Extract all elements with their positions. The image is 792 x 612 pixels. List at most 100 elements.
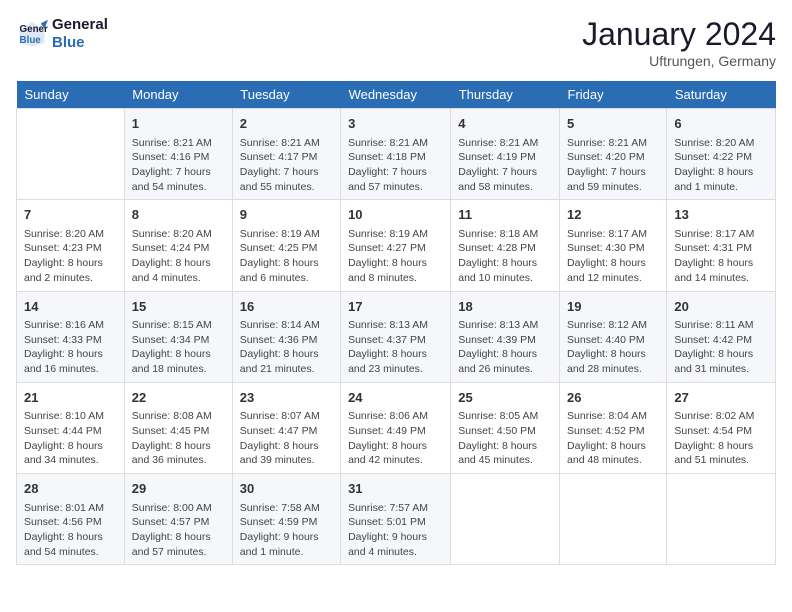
day-number: 13	[674, 205, 768, 225]
day-number: 6	[674, 114, 768, 134]
day-info: Sunrise: 8:21 AM Sunset: 4:20 PM Dayligh…	[567, 136, 659, 195]
svg-text:Blue: Blue	[20, 35, 42, 46]
day-number: 21	[24, 388, 117, 408]
day-cell: 15Sunrise: 8:15 AM Sunset: 4:34 PM Dayli…	[124, 291, 232, 382]
logo-icon: General Blue	[16, 18, 48, 50]
day-number: 22	[132, 388, 225, 408]
calendar-table: SundayMondayTuesdayWednesdayThursdayFrid…	[16, 81, 776, 565]
day-cell: 13Sunrise: 8:17 AM Sunset: 4:31 PM Dayli…	[667, 200, 776, 291]
day-number: 31	[348, 479, 443, 499]
day-cell: 1Sunrise: 8:21 AM Sunset: 4:16 PM Daylig…	[124, 109, 232, 200]
day-number: 14	[24, 297, 117, 317]
day-cell: 11Sunrise: 8:18 AM Sunset: 4:28 PM Dayli…	[451, 200, 560, 291]
week-row-1: 1Sunrise: 8:21 AM Sunset: 4:16 PM Daylig…	[17, 109, 776, 200]
day-info: Sunrise: 8:01 AM Sunset: 4:56 PM Dayligh…	[24, 501, 117, 560]
day-cell: 26Sunrise: 8:04 AM Sunset: 4:52 PM Dayli…	[560, 382, 667, 473]
title-block: January 2024 Uftrungen, Germany	[582, 16, 776, 69]
day-cell: 10Sunrise: 8:19 AM Sunset: 4:27 PM Dayli…	[341, 200, 451, 291]
col-header-saturday: Saturday	[667, 81, 776, 109]
day-cell: 7Sunrise: 8:20 AM Sunset: 4:23 PM Daylig…	[17, 200, 125, 291]
day-cell	[451, 474, 560, 565]
day-info: Sunrise: 8:21 AM Sunset: 4:16 PM Dayligh…	[132, 136, 225, 195]
day-info: Sunrise: 8:11 AM Sunset: 4:42 PM Dayligh…	[674, 318, 768, 377]
day-info: Sunrise: 8:13 AM Sunset: 4:39 PM Dayligh…	[458, 318, 552, 377]
day-info: Sunrise: 8:02 AM Sunset: 4:54 PM Dayligh…	[674, 409, 768, 468]
day-cell: 2Sunrise: 8:21 AM Sunset: 4:17 PM Daylig…	[232, 109, 340, 200]
day-info: Sunrise: 8:20 AM Sunset: 4:22 PM Dayligh…	[674, 136, 768, 195]
day-cell: 16Sunrise: 8:14 AM Sunset: 4:36 PM Dayli…	[232, 291, 340, 382]
location: Uftrungen, Germany	[582, 53, 776, 69]
day-cell: 28Sunrise: 8:01 AM Sunset: 4:56 PM Dayli…	[17, 474, 125, 565]
day-info: Sunrise: 8:21 AM Sunset: 4:18 PM Dayligh…	[348, 136, 443, 195]
day-cell: 4Sunrise: 8:21 AM Sunset: 4:19 PM Daylig…	[451, 109, 560, 200]
day-number: 10	[348, 205, 443, 225]
day-info: Sunrise: 8:06 AM Sunset: 4:49 PM Dayligh…	[348, 409, 443, 468]
header-row: SundayMondayTuesdayWednesdayThursdayFrid…	[17, 81, 776, 109]
day-cell: 5Sunrise: 8:21 AM Sunset: 4:20 PM Daylig…	[560, 109, 667, 200]
logo-general: General	[52, 16, 108, 34]
day-number: 24	[348, 388, 443, 408]
day-number: 2	[240, 114, 333, 134]
day-info: Sunrise: 7:57 AM Sunset: 5:01 PM Dayligh…	[348, 501, 443, 560]
col-header-friday: Friday	[560, 81, 667, 109]
day-cell	[667, 474, 776, 565]
day-number: 19	[567, 297, 659, 317]
day-info: Sunrise: 8:17 AM Sunset: 4:30 PM Dayligh…	[567, 227, 659, 286]
day-cell: 23Sunrise: 8:07 AM Sunset: 4:47 PM Dayli…	[232, 382, 340, 473]
day-info: Sunrise: 8:16 AM Sunset: 4:33 PM Dayligh…	[24, 318, 117, 377]
day-cell: 21Sunrise: 8:10 AM Sunset: 4:44 PM Dayli…	[17, 382, 125, 473]
col-header-monday: Monday	[124, 81, 232, 109]
week-row-4: 21Sunrise: 8:10 AM Sunset: 4:44 PM Dayli…	[17, 382, 776, 473]
day-number: 30	[240, 479, 333, 499]
day-info: Sunrise: 8:10 AM Sunset: 4:44 PM Dayligh…	[24, 409, 117, 468]
day-info: Sunrise: 8:19 AM Sunset: 4:25 PM Dayligh…	[240, 227, 333, 286]
day-number: 4	[458, 114, 552, 134]
day-number: 26	[567, 388, 659, 408]
day-cell: 20Sunrise: 8:11 AM Sunset: 4:42 PM Dayli…	[667, 291, 776, 382]
day-number: 20	[674, 297, 768, 317]
week-row-3: 14Sunrise: 8:16 AM Sunset: 4:33 PM Dayli…	[17, 291, 776, 382]
day-info: Sunrise: 8:14 AM Sunset: 4:36 PM Dayligh…	[240, 318, 333, 377]
day-cell: 8Sunrise: 8:20 AM Sunset: 4:24 PM Daylig…	[124, 200, 232, 291]
day-cell: 9Sunrise: 8:19 AM Sunset: 4:25 PM Daylig…	[232, 200, 340, 291]
day-number: 18	[458, 297, 552, 317]
day-cell	[560, 474, 667, 565]
day-number: 15	[132, 297, 225, 317]
day-number: 5	[567, 114, 659, 134]
week-row-2: 7Sunrise: 8:20 AM Sunset: 4:23 PM Daylig…	[17, 200, 776, 291]
day-number: 3	[348, 114, 443, 134]
logo-blue: Blue	[52, 34, 108, 52]
day-cell: 24Sunrise: 8:06 AM Sunset: 4:49 PM Dayli…	[341, 382, 451, 473]
day-number: 29	[132, 479, 225, 499]
day-cell: 22Sunrise: 8:08 AM Sunset: 4:45 PM Dayli…	[124, 382, 232, 473]
day-info: Sunrise: 8:20 AM Sunset: 4:24 PM Dayligh…	[132, 227, 225, 286]
day-info: Sunrise: 8:18 AM Sunset: 4:28 PM Dayligh…	[458, 227, 552, 286]
day-number: 23	[240, 388, 333, 408]
day-cell: 29Sunrise: 8:00 AM Sunset: 4:57 PM Dayli…	[124, 474, 232, 565]
day-cell: 27Sunrise: 8:02 AM Sunset: 4:54 PM Dayli…	[667, 382, 776, 473]
day-number: 1	[132, 114, 225, 134]
day-number: 9	[240, 205, 333, 225]
day-cell: 31Sunrise: 7:57 AM Sunset: 5:01 PM Dayli…	[341, 474, 451, 565]
day-info: Sunrise: 8:15 AM Sunset: 4:34 PM Dayligh…	[132, 318, 225, 377]
day-info: Sunrise: 8:13 AM Sunset: 4:37 PM Dayligh…	[348, 318, 443, 377]
day-cell: 30Sunrise: 7:58 AM Sunset: 4:59 PM Dayli…	[232, 474, 340, 565]
day-cell: 18Sunrise: 8:13 AM Sunset: 4:39 PM Dayli…	[451, 291, 560, 382]
day-cell: 6Sunrise: 8:20 AM Sunset: 4:22 PM Daylig…	[667, 109, 776, 200]
col-header-tuesday: Tuesday	[232, 81, 340, 109]
col-header-wednesday: Wednesday	[341, 81, 451, 109]
page-header: General Blue General Blue January 2024 U…	[16, 16, 776, 69]
day-number: 27	[674, 388, 768, 408]
logo: General Blue General Blue	[16, 16, 108, 52]
day-number: 7	[24, 205, 117, 225]
day-cell: 17Sunrise: 8:13 AM Sunset: 4:37 PM Dayli…	[341, 291, 451, 382]
day-number: 17	[348, 297, 443, 317]
col-header-sunday: Sunday	[17, 81, 125, 109]
day-number: 8	[132, 205, 225, 225]
day-info: Sunrise: 8:21 AM Sunset: 4:17 PM Dayligh…	[240, 136, 333, 195]
day-number: 12	[567, 205, 659, 225]
day-info: Sunrise: 7:58 AM Sunset: 4:59 PM Dayligh…	[240, 501, 333, 560]
day-cell	[17, 109, 125, 200]
day-cell: 12Sunrise: 8:17 AM Sunset: 4:30 PM Dayli…	[560, 200, 667, 291]
day-number: 11	[458, 205, 552, 225]
